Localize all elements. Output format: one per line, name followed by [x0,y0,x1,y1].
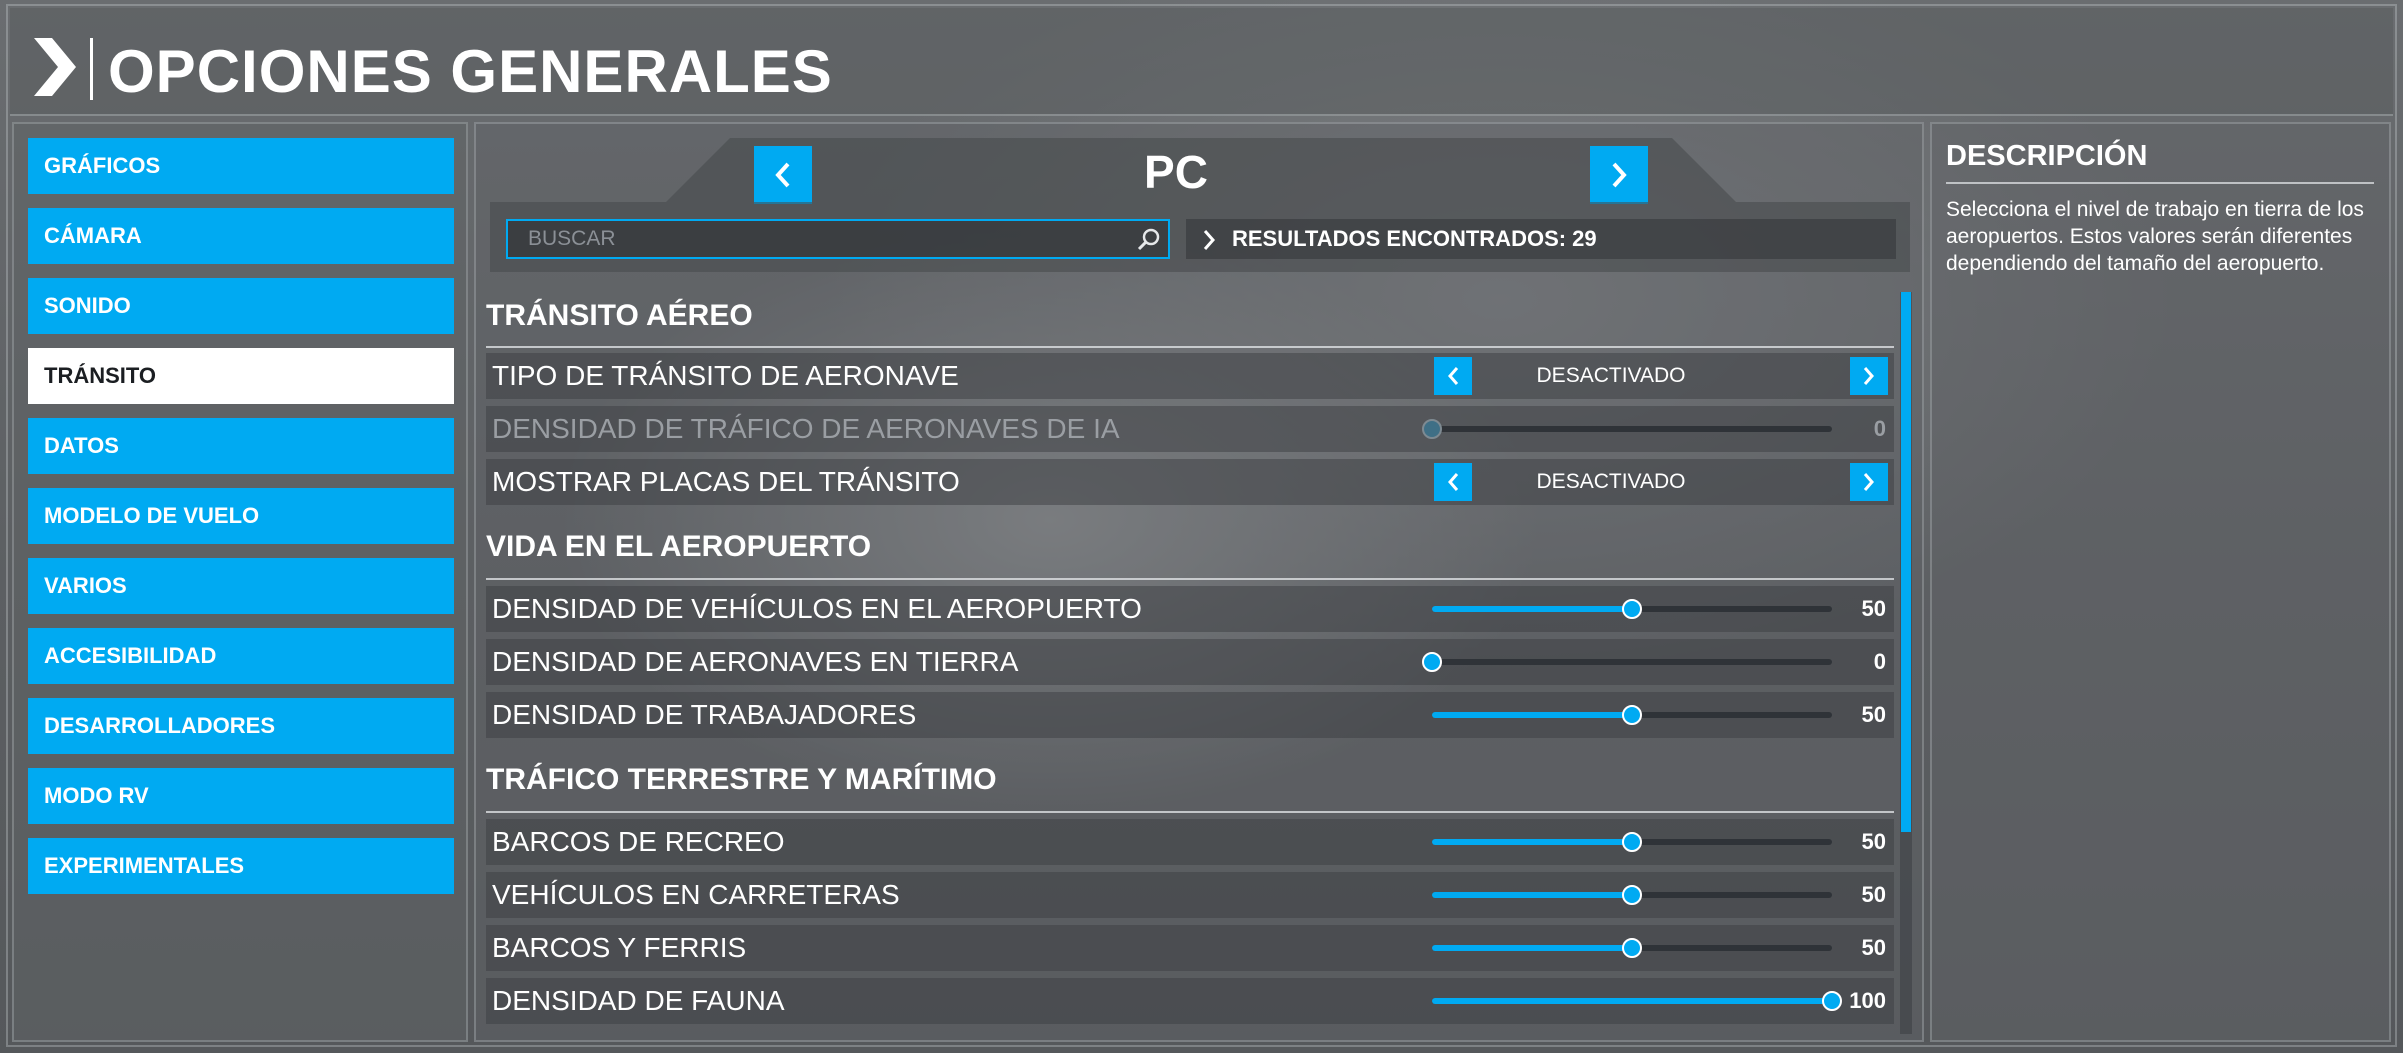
slider-value: 50 [1861,882,1886,907]
chevron-left-icon [775,162,790,188]
sidebar-item-sonido[interactable]: SONIDO [28,278,454,334]
search-input[interactable] [506,219,1170,259]
slider-value: 100 [1849,988,1886,1013]
setting-label: MOSTRAR PLACAS DEL TRÁNSITO [492,466,960,497]
slider-track[interactable] [1432,991,1842,1011]
section-title-vida-aeropuerto: VIDA EN EL AEROPUERTO [486,530,872,563]
description-panel: DESCRIPCIÓN Selecciona el nivel de traba… [1930,122,2391,1042]
setting-row-mostrar-placas: MOSTRAR PLACAS DEL TRÁNSITO DESACTIVADO [486,459,1894,505]
page-title: OPCIONES GENERALES [108,38,833,105]
profile-name: PC [1144,146,1208,198]
settings-panel: PC RESULTADOS ENCONTRADOS: 29 TRÁNSITO A… [474,122,1924,1042]
chevron-right-icon [1863,367,1874,385]
profile-next-button[interactable] [1590,146,1648,204]
slider-track[interactable] [1422,419,1832,439]
section-divider [486,578,1894,580]
slider-knob[interactable] [1622,832,1642,852]
slider-knob[interactable] [1622,705,1642,725]
sidebar-item-desarrolladores[interactable]: DESARROLLADORES [28,698,454,754]
slider-fill [1432,998,1832,1004]
chevron-right-icon [1863,473,1874,491]
setting-label: TIPO DE TRÁNSITO DE AERONAVE [492,360,959,391]
sidebar-item-modo-rv[interactable]: MODO RV [28,768,454,824]
toggle-next-button[interactable] [1850,357,1888,395]
description-title: DESCRIPCIÓN [1946,140,2148,172]
toggle-value: DESACTIVADO [1536,470,1686,493]
setting-row-vehiculos-aeropuerto: DENSIDAD DE VEHÍCULOS EN EL AEROPUERTO 5… [486,586,1894,632]
section-title-trafico-terrestre: TRÁFICO TERRESTRE Y MARÍTIMO [486,763,997,796]
slider-fill [1432,892,1632,898]
setting-label: DENSIDAD DE VEHÍCULOS EN EL AEROPUERTO [492,593,1142,624]
sidebar-item-graficos[interactable]: GRÁFICOS [28,138,454,194]
sidebar-item-experimentales[interactable]: EXPERIMENTALES [28,838,454,894]
slider-knob[interactable] [1622,599,1642,619]
slider-knob[interactable] [1622,885,1642,905]
slider-track[interactable] [1432,599,1832,619]
toggle-next-button[interactable] [1850,463,1888,501]
chevron-right-icon [1203,230,1216,250]
results-bar: RESULTADOS ENCONTRADOS: 29 [1186,219,1896,259]
scrollbar[interactable] [1900,292,1912,1034]
setting-row-densidad-ia: DENSIDAD DE TRÁFICO DE AERONAVES DE IA 0 [486,406,1894,452]
slider-value: 0 [1873,649,1886,674]
slider-track[interactable] [1432,885,1832,905]
slider-knob[interactable] [1422,652,1442,672]
setting-row-trabajadores: DENSIDAD DE TRABAJADORES 50 [486,692,1894,738]
slider-track[interactable] [1432,705,1832,725]
slider-fill [1432,945,1632,951]
description-text: Selecciona el nivel de trabajo en tierra… [1946,198,2364,275]
slider-knob[interactable] [1622,938,1642,958]
setting-label: VEHÍCULOS EN CARRETERAS [492,879,900,910]
section-divider [486,346,1894,348]
slider-value: 50 [1861,935,1886,960]
page-header: OPCIONES GENERALES [10,8,2393,116]
chevron-right-icon [1612,162,1627,188]
setting-row-vehiculos-carreteras: VEHÍCULOS EN CARRETERAS 50 [486,872,1894,918]
header-divider [90,38,93,100]
setting-row-tipo-transito: TIPO DE TRÁNSITO DE AERONAVE DESACTIVADO [486,353,1894,399]
sidebar-item-datos[interactable]: DATOS [28,418,454,474]
setting-label: DENSIDAD DE TRABAJADORES [492,699,917,730]
sidebar-item-transito[interactable]: TRÁNSITO [28,348,454,404]
slider-value: 50 [1861,702,1886,727]
results-count: RESULTADOS ENCONTRADOS: 29 [1232,226,1597,251]
sidebar-item-modelo-de-vuelo[interactable]: MODELO DE VUELO [28,488,454,544]
setting-label: BARCOS Y FERRIS [492,932,747,963]
sidebar-item-accesibilidad[interactable]: ACCESIBILIDAD [28,628,454,684]
setting-row-barcos-recreo: BARCOS DE RECREO 50 [486,819,1894,865]
setting-label: DENSIDAD DE FAUNA [492,985,785,1016]
section-divider [486,811,1894,813]
chevron-right-icon[interactable] [30,38,78,96]
slider-knob[interactable] [1422,419,1442,439]
slider-track[interactable] [1432,938,1832,958]
slider-fill [1432,606,1632,612]
slider-track[interactable] [1422,652,1832,672]
scrollbar-thumb[interactable] [1901,292,1911,832]
profile-prev-button[interactable] [754,146,812,204]
sidebar-item-varios[interactable]: VARIOS [28,558,454,614]
slider-knob[interactable] [1822,991,1842,1011]
description-divider [1946,182,2374,184]
toggle-value: DESACTIVADO [1536,364,1686,387]
slider-value: 0 [1873,416,1886,441]
slider-fill [1432,712,1632,718]
search-icon[interactable] [1136,227,1162,253]
slider-fill [1432,839,1632,845]
setting-row-densidad-fauna: DENSIDAD DE FAUNA 100 [486,978,1894,1024]
slider-track[interactable] [1432,832,1832,852]
sidebar-item-camara[interactable]: CÁMARA [28,208,454,264]
setting-label: BARCOS DE RECREO [492,826,785,857]
setting-row-barcos-ferris: BARCOS Y FERRIS 50 [486,925,1894,971]
section-title-transito-aereo: TRÁNSITO AÉREO [486,299,753,332]
setting-label: DENSIDAD DE AERONAVES EN TIERRA [492,646,1019,677]
setting-label: DENSIDAD DE TRÁFICO DE AERONAVES DE IA [492,413,1120,444]
slider-value: 50 [1861,596,1886,621]
slider-value: 50 [1861,829,1886,854]
setting-row-aeronaves-tierra: DENSIDAD DE AERONAVES EN TIERRA 0 [486,639,1894,685]
sidebar: GRÁFICOS CÁMARA SONIDO TRÁNSITO DATOS MO… [12,122,468,1042]
